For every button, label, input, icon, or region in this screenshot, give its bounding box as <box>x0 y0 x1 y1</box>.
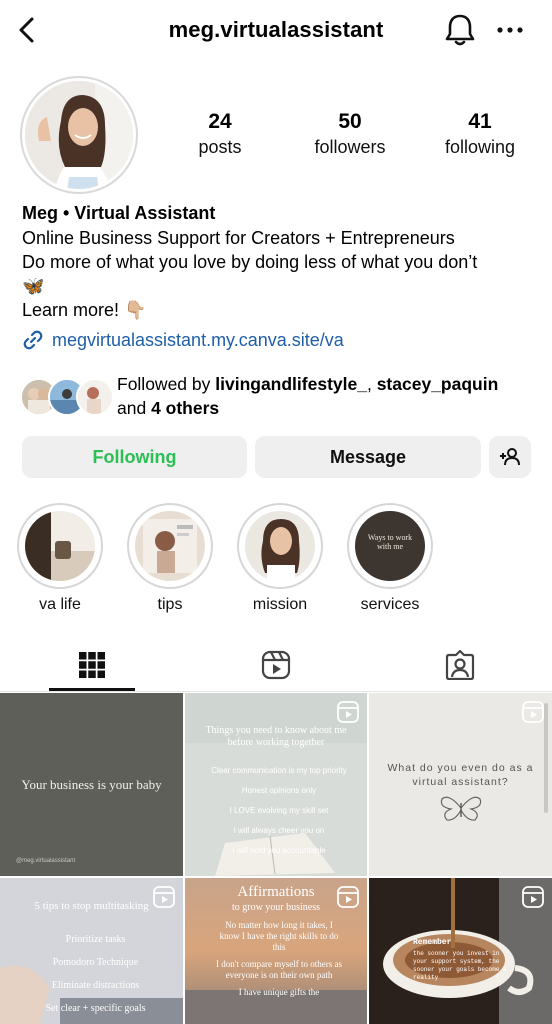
post-list-item: Eliminate distractions <box>51 980 140 991</box>
posts-count: 24 <box>208 110 232 133</box>
butterfly-icon <box>440 796 482 821</box>
post-tile[interactable]: Affirmations to grow your business No ma… <box>185 878 367 1024</box>
highlight-va-life[interactable]: va life <box>17 503 103 614</box>
highlight-cover <box>25 511 95 581</box>
highlight-ring: Ways to work with me <box>347 503 433 589</box>
highlight-services[interactable]: Ways to work with me services <box>347 503 433 614</box>
post-list: Clear communication is my top priority H… <box>201 761 357 861</box>
followed-by-prefix: Followed by <box>117 374 216 394</box>
link-text[interactable]: megvirtualassistant.my.canva.site/va <box>52 330 344 351</box>
reel-icon <box>522 701 544 723</box>
bio-line: Online Business Support for Creators + E… <box>22 228 455 248</box>
post-list: Prioritize tasks Pomodoro Technique Elim… <box>28 928 163 1020</box>
highlight-label: mission <box>252 596 308 613</box>
reels-icon <box>261 650 291 680</box>
post-title: Things you need to know about me before … <box>205 725 347 748</box>
more-options-icon[interactable] <box>495 20 525 40</box>
followed-by-text: Followed by livingandlifestyle_, stacey_… <box>117 372 498 420</box>
grid-icon <box>79 652 105 678</box>
highlight-ring <box>17 503 103 589</box>
posts-grid: Your business is your baby @meg.virtuala… <box>0 693 552 1024</box>
reel-icon <box>153 886 175 908</box>
bio: Meg • Virtual Assistant Online Business … <box>22 200 537 322</box>
others-count[interactable]: 4 others <box>151 398 219 418</box>
followers-count: 50 <box>338 110 362 133</box>
avatar <box>76 378 114 416</box>
posts-label: posts <box>198 137 242 157</box>
post-title: Remember <box>413 938 452 947</box>
highlight-ring <box>237 503 323 589</box>
divider <box>0 691 552 692</box>
suggest-user-button[interactable] <box>489 436 531 478</box>
post-tile[interactable]: 5 tips to stop multitasking Prioritize t… <box>0 878 183 1024</box>
post-caption: Your business is your baby <box>21 777 162 792</box>
bio-line: Do more of what you love by doing less o… <box>22 252 478 272</box>
post-list-item: Honest opinions only <box>241 786 317 795</box>
post-tile[interactable]: Remember the sooner you invest in your s… <box>369 878 552 1024</box>
scrollbar[interactable] <box>544 703 548 813</box>
post-tile[interactable]: What do you even do as a virtual assista… <box>369 693 552 876</box>
avatar <box>25 81 133 189</box>
post-handle: @meg.virtualassistant <box>16 858 76 864</box>
followers-stat[interactable]: 50 followers <box>290 110 410 160</box>
post-body: the sooner you invest in your support sy… <box>413 950 507 981</box>
add-person-icon <box>500 448 520 466</box>
profile-tabs <box>0 638 552 692</box>
bio-link[interactable]: megvirtualassistant.my.canva.site/va <box>22 329 344 351</box>
mutual-avatars <box>20 378 114 416</box>
link-icon <box>23 330 43 350</box>
profile-stats: 24 posts 50 followers 41 following <box>160 110 540 160</box>
post-tile[interactable]: Your business is your baby @meg.virtuala… <box>0 693 183 876</box>
followed-by[interactable]: Followed by livingandlifestyle_, stacey_… <box>20 372 540 422</box>
separator: , <box>366 374 377 394</box>
reel-icon <box>337 886 359 908</box>
highlight-cover: Ways to work with me <box>355 511 425 581</box>
post-list-item: I will always cheer you on <box>233 826 325 835</box>
post-list-item: I have unique gifts the <box>238 987 320 997</box>
post-list-item: Set clear + specific goals <box>45 1003 146 1014</box>
bio-line: Learn more! 👇🏼 <box>22 300 147 320</box>
following-button[interactable]: Following <box>22 436 247 478</box>
top-bar: meg.virtualassistant <box>0 0 552 64</box>
followed-by-and: and <box>117 398 152 418</box>
highlight-label: tips <box>157 596 183 613</box>
posts-stat[interactable]: 24 posts <box>160 110 280 160</box>
butterfly-emoji: 🦋 <box>22 276 45 296</box>
following-count: 41 <box>468 110 492 133</box>
highlight-cover <box>135 511 205 581</box>
highlight-mission[interactable]: mission <box>237 503 323 614</box>
post-list-item: I LOVE evolving my skill set <box>229 806 329 815</box>
mutual-username[interactable]: stacey_paquin <box>377 374 499 394</box>
post-list-item: No matter how long it takes, I know I ha… <box>219 920 339 952</box>
reel-icon <box>337 701 359 723</box>
profile-avatar[interactable] <box>20 76 138 194</box>
following-stat[interactable]: 41 following <box>420 110 540 160</box>
bell-icon[interactable] <box>443 12 477 48</box>
post-tile[interactable]: Things you need to know about me before … <box>185 693 367 876</box>
post-caption: What do you even do as a virtual assista… <box>387 762 534 788</box>
post-list-item: Prioritize tasks <box>65 934 126 945</box>
post-list-item: I will hold you accountable <box>232 846 326 855</box>
services-cover-text: Ways to work with me <box>367 533 413 551</box>
tab-posts-grid[interactable] <box>0 638 184 692</box>
post-list: No matter how long it takes, I know I ha… <box>215 920 343 998</box>
reel-icon <box>522 886 544 908</box>
highlight-label: va life <box>39 596 81 613</box>
display-name: Meg • Virtual Assistant <box>22 203 216 223</box>
tagged-icon <box>445 650 475 680</box>
highlight-label: services <box>360 596 420 613</box>
highlight-cover <box>245 511 315 581</box>
following-label: following <box>444 137 516 157</box>
followers-label: followers <box>314 137 386 157</box>
message-button[interactable]: Message <box>255 436 481 478</box>
tab-reels[interactable] <box>184 638 368 692</box>
tab-tagged[interactable] <box>368 638 552 692</box>
highlight-ring <box>127 503 213 589</box>
post-list-item: I don't compare myself to others as ever… <box>215 959 343 980</box>
post-list-item: Clear communication is my top priority <box>211 766 347 775</box>
highlight-tips[interactable]: tips <box>127 503 213 614</box>
post-list-item: Pomodoro Technique <box>52 957 139 968</box>
mutual-username[interactable]: livingandlifestyle_ <box>215 374 367 394</box>
